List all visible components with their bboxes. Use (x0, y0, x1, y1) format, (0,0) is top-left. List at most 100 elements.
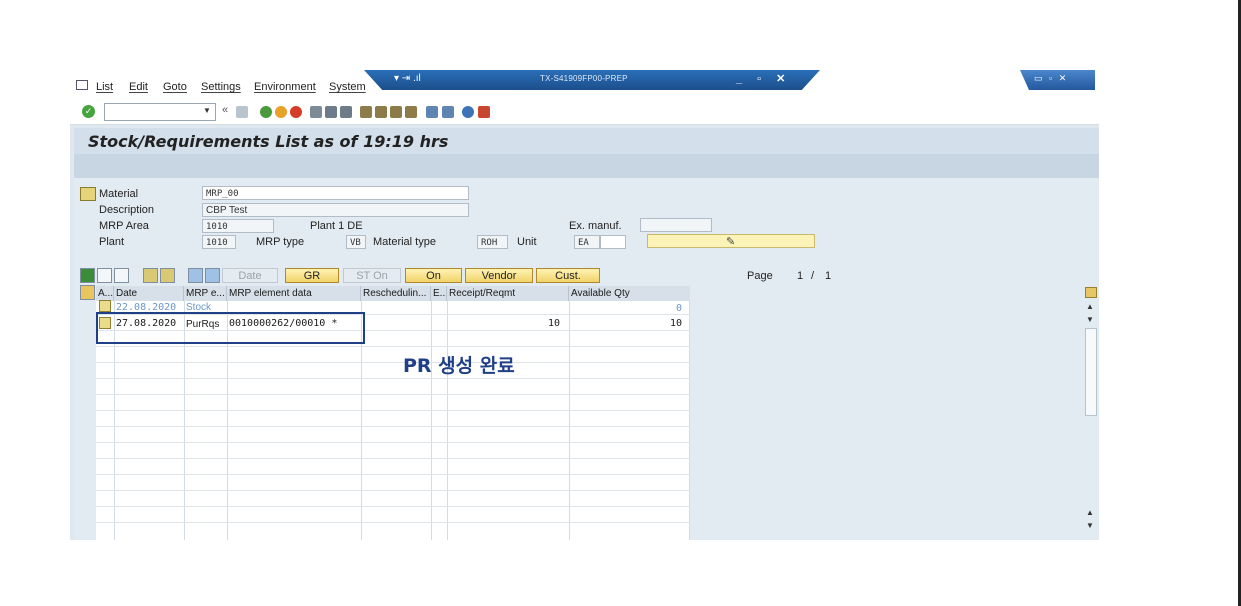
mrp-area-label: MRP Area (99, 220, 149, 232)
filter-up-icon[interactable] (205, 268, 220, 283)
column-header-a[interactable]: A... (96, 286, 114, 301)
new-session-icon[interactable] (426, 106, 438, 118)
outer-window-buttons-icon[interactable]: ▭ ▫ ✕ (1034, 73, 1068, 84)
group-icon[interactable] (143, 268, 158, 283)
menu-settings[interactable]: Settings (201, 81, 241, 93)
row-detail-icon[interactable] (99, 300, 111, 312)
window-controls-icon[interactable]: _ ▫ ✕ (736, 72, 791, 85)
column-header-date[interactable]: Date (114, 286, 184, 301)
grid-row-line (96, 426, 690, 427)
grid-column-divider (569, 301, 570, 540)
print-icon[interactable] (310, 106, 322, 118)
window-title-bar: ▾ ⇥ .ıl TX-S41909FP00-PREP _ ▫ ✕ (364, 70, 820, 90)
vendor-button[interactable]: Vendor (465, 268, 533, 283)
cust-button[interactable]: Cust. (536, 268, 600, 283)
edit-pencil-icon[interactable]: ✎ (726, 235, 735, 248)
page-label: Page (747, 270, 773, 282)
standard-toolbar: ✓ ▼ « (70, 100, 1099, 125)
column-header-mrp-element-data[interactable]: MRP element data (227, 286, 361, 301)
customize-layout-icon[interactable] (478, 106, 490, 118)
column-header-rescheduling[interactable]: Reschedulin... (361, 286, 431, 301)
scroll-down-bottom-icon[interactable]: ▼ (1086, 521, 1094, 530)
menu-goto[interactable]: Goto (163, 81, 187, 93)
menu-environment[interactable]: Environment (254, 81, 316, 93)
back-icon[interactable] (260, 106, 272, 118)
screen-title-band: Stock/Requirements List as of 19:19 hrs (74, 128, 1099, 154)
grid-column-config-icon[interactable] (1085, 287, 1097, 298)
help-icon[interactable] (462, 106, 474, 118)
grid-row-line (96, 362, 690, 363)
row2-receipt-reqmt: 10 (548, 318, 561, 329)
page-total: 1 (825, 270, 832, 282)
st-on-button[interactable]: ST On (343, 268, 401, 283)
ungroup-icon[interactable] (160, 268, 175, 283)
cancel-icon[interactable] (290, 106, 302, 118)
material-header-icon[interactable] (80, 187, 96, 201)
scroll-up-bottom-icon[interactable]: ▲ (1086, 508, 1094, 517)
material-type-field: ROH (477, 235, 508, 249)
grid-row-line (96, 378, 690, 379)
column-header-e[interactable]: E... (431, 286, 447, 301)
shortcut-icon[interactable] (442, 106, 454, 118)
material-type-label: Material type (373, 236, 436, 248)
plant-field: 1010 (202, 235, 236, 249)
column-header-mrp-element[interactable]: MRP e... (184, 286, 227, 301)
ex-manuf-label: Ex. manuf. (569, 220, 622, 232)
menu-edit[interactable]: Edit (129, 81, 148, 93)
command-field[interactable] (104, 103, 216, 121)
enter-check-icon[interactable]: ✓ (82, 105, 95, 118)
back-history-icon[interactable]: « (222, 104, 234, 116)
material-field[interactable]: MRP_00 (202, 186, 469, 200)
unit-extra-field (600, 235, 626, 249)
mrp-type-label: MRP type (256, 236, 305, 248)
find-next-icon[interactable] (340, 106, 352, 118)
page-current: 1 (797, 270, 804, 282)
exit-icon[interactable] (275, 106, 287, 118)
row2-available-qty: 10 (670, 318, 683, 329)
pr-row-highlight-box (96, 312, 365, 344)
scrollbar-thumb[interactable] (1085, 328, 1097, 416)
edit-icon[interactable] (114, 268, 129, 283)
command-dropdown-icon[interactable]: ▼ (203, 106, 211, 115)
menu-list[interactable]: List (96, 81, 113, 93)
filter-down-icon[interactable] (188, 268, 203, 283)
menu-system[interactable]: System (329, 81, 366, 93)
menu-system-icon[interactable] (76, 80, 88, 90)
grid-row-line (96, 490, 690, 491)
previous-page-icon[interactable] (375, 106, 387, 118)
page-separator: / (811, 270, 815, 282)
description-field: CBP Test (202, 203, 469, 217)
unit-field: EA (574, 235, 600, 249)
page-title: Stock/Requirements List as of 19:19 hrs (88, 132, 449, 151)
find-icon[interactable] (325, 106, 337, 118)
save-icon[interactable] (236, 106, 248, 118)
grid-row-line (96, 506, 690, 507)
scroll-down-icon[interactable]: ▼ (1086, 315, 1094, 324)
grid-row-line (96, 394, 690, 395)
description-label: Description (99, 204, 155, 216)
last-page-icon[interactable] (405, 106, 417, 118)
next-page-icon[interactable] (390, 106, 402, 118)
grid-row-line (96, 442, 690, 443)
menu-bar: List Edit Goto Settings Environment Syst… (70, 70, 1099, 100)
refresh-icon[interactable] (80, 268, 95, 283)
window-title: TX-S41909FP00-PREP (540, 74, 628, 83)
change-view-icon[interactable] (97, 268, 112, 283)
application-toolbar (74, 154, 1099, 178)
grid-column-divider (447, 301, 448, 540)
material-label: Material (99, 188, 139, 200)
first-page-icon[interactable] (360, 106, 372, 118)
column-header-receipt-reqmt[interactable]: Receipt/Reqmt (447, 286, 569, 301)
column-header-available-qty[interactable]: Available Qty (569, 286, 690, 301)
title-bar-arrows-icon[interactable]: ▾ ⇥ .ıl (394, 73, 421, 84)
grid-vertical-scrollbar[interactable]: ▲ ▼ ▲ ▼ (1083, 286, 1097, 540)
on-button[interactable]: On (405, 268, 462, 283)
outer-window-controls[interactable]: ▭ ▫ ✕ (1020, 70, 1095, 90)
grid-settings-icon[interactable] (80, 285, 95, 300)
scroll-up-icon[interactable]: ▲ (1086, 302, 1094, 311)
gr-button[interactable]: GR (285, 268, 339, 283)
mrp-type-field: VB (346, 235, 366, 249)
date-button[interactable]: Date (222, 268, 278, 283)
plant-label: Plant (99, 236, 125, 248)
grid-column-divider (689, 301, 690, 540)
